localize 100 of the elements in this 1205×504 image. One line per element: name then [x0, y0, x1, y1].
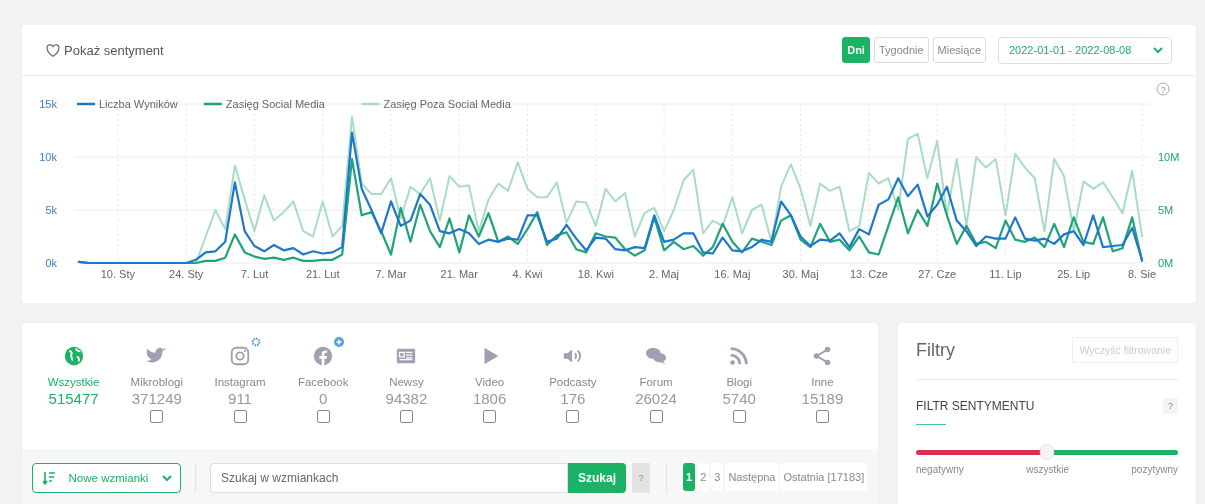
show-sentiment-toggle[interactable]: Pokaż sentyment — [46, 42, 164, 58]
checkbox[interactable] — [233, 410, 247, 423]
x-axis-label: 27. Cze — [918, 268, 957, 280]
x-axis-label: 30. Maj — [782, 268, 819, 280]
x-axis-label: 4. Kwi — [512, 268, 543, 280]
source-filter[interactable]: Newsy 94382 — [364, 337, 448, 449]
page-button[interactable]: Następna — [725, 463, 779, 491]
source-filter[interactable]: Wszystkie 515477 — [32, 337, 116, 449]
chevron-down-icon — [1153, 46, 1163, 54]
source-count: 1806 — [472, 390, 507, 407]
source-filter[interactable]: Mikroblogi 371249 — [115, 337, 199, 449]
source-count: 515477 — [48, 390, 99, 407]
help-button[interactable]: ? — [632, 463, 650, 493]
page-button[interactable]: 3 — [711, 463, 724, 491]
sort-icon — [43, 471, 55, 485]
help-icon[interactable]: ? — [1156, 82, 1170, 96]
date-range-dropdown[interactable]: 2022-01-01 - 2022-08-08 — [998, 36, 1172, 64]
source-label: Mikroblogi — [130, 376, 183, 388]
slider-label: pozytywny — [1131, 464, 1178, 475]
page-button[interactable]: Ostatnia [17183] — [780, 463, 868, 491]
source-filter[interactable]: Facebook 0 — [281, 337, 365, 449]
source-filter[interactable]: Forum 26024 — [614, 337, 698, 449]
source-count: 176 — [560, 390, 586, 407]
source-label: Podcasty — [549, 376, 597, 388]
source-label: Instagram — [214, 376, 266, 388]
source-filter[interactable]: Podcasty 176 — [531, 337, 615, 449]
source-count: 0 — [319, 390, 328, 407]
page-button[interactable]: 1 — [683, 463, 696, 491]
source-label: Newsy — [389, 376, 424, 388]
source-count: 911 — [228, 390, 252, 407]
legend-label: Liczba Wyników — [99, 98, 178, 110]
legend-label: Zasięg Poza Social Media — [383, 98, 512, 110]
interval-tab[interactable]: Miesiące — [932, 37, 986, 63]
x-axis-label: 21. Mar — [440, 268, 478, 280]
y-axis-label: 0M — [1158, 257, 1174, 269]
legend-label: Zasięg Social Media — [225, 98, 326, 110]
y-axis-label: 10k — [39, 151, 57, 163]
x-axis-label: 7. Lut — [240, 268, 269, 280]
search-button[interactable]: Szukaj — [568, 463, 626, 493]
checkbox[interactable] — [150, 410, 164, 423]
checkbox[interactable] — [316, 410, 330, 423]
interval-tab[interactable]: Dni — [842, 37, 870, 63]
y-axis-label: 0k — [45, 257, 57, 269]
search-field[interactable]: Szukaj w wzmiankach — [210, 463, 568, 493]
help-button[interactable]: ? — [1163, 398, 1178, 414]
y-axis-label: 10M — [1158, 151, 1180, 163]
source-label: Facebook — [297, 376, 349, 388]
checkbox[interactable] — [815, 410, 829, 423]
checkbox[interactable] — [483, 410, 497, 423]
rss-icon — [728, 345, 751, 367]
globe-icon — [62, 345, 85, 367]
checkbox[interactable] — [732, 410, 746, 423]
y-axis-label: 15k — [39, 98, 57, 110]
x-axis-label: 2. Maj — [649, 268, 680, 280]
checkbox[interactable] — [566, 410, 580, 423]
x-axis-label: 16. Maj — [714, 268, 751, 280]
gear-icon[interactable] — [250, 337, 261, 347]
x-axis-label: 8. Sie — [1127, 268, 1157, 280]
filters-title: Filtry — [916, 339, 955, 361]
x-axis-label: 13. Cze — [849, 268, 888, 280]
sentiment-slider[interactable] — [916, 445, 1178, 459]
source-label: Video — [475, 376, 505, 388]
sort-dropdown[interactable]: Nowe wzmianki — [32, 463, 181, 493]
source-filter[interactable]: Blogi 5740 — [697, 337, 781, 449]
source-filter[interactable]: Video 1806 — [448, 337, 532, 449]
x-axis-label: 18. Kwi — [577, 268, 614, 280]
slider-label: negatywny — [916, 464, 964, 475]
plus-icon[interactable] — [334, 337, 344, 347]
legend-item[interactable]: Zasięg Social Media — [203, 98, 325, 110]
checkbox[interactable] — [399, 410, 413, 423]
source-count: 5740 — [722, 390, 756, 407]
page-button[interactable]: 2 — [697, 463, 710, 491]
y-axis-label: 5M — [1158, 204, 1174, 216]
source-label: Wszystkie — [47, 376, 100, 388]
source-label: Inne — [811, 376, 834, 388]
x-axis-label: 21. Lut — [305, 268, 340, 280]
chat-bubbles-icon — [645, 345, 667, 367]
source-label: Blogi — [726, 376, 752, 388]
x-axis-label: 10. Sty — [100, 268, 135, 280]
source-filter[interactable]: Instagram 911 — [198, 337, 282, 449]
interval-tab[interactable]: Tygodnie — [873, 37, 929, 63]
section-title: FILTR SENTYMENTU — [916, 399, 1035, 413]
legend-item[interactable]: Liczba Wyników — [77, 98, 178, 110]
x-axis-label: 7. Mar — [375, 268, 407, 280]
slider-label: wszystkie — [1026, 464, 1069, 475]
heart-icon — [46, 43, 60, 57]
source-label: Forum — [639, 376, 673, 388]
source-count: 26024 — [635, 390, 677, 407]
slider-thumb[interactable] — [1040, 445, 1054, 459]
checkbox[interactable] — [649, 410, 663, 423]
x-axis-label: 25. Lip — [1057, 268, 1091, 280]
camera-icon — [229, 345, 251, 367]
chevron-down-icon — [162, 474, 172, 482]
source-count: 371249 — [131, 390, 182, 407]
facebook-icon — [312, 345, 335, 367]
x-axis-label: 24. Sty — [169, 268, 204, 280]
source-filter[interactable]: Inne 15189 — [780, 337, 865, 449]
legend-item[interactable]: Zasięg Poza Social Media — [361, 98, 511, 110]
y-axis-label: 5k — [45, 204, 57, 216]
source-count: 94382 — [385, 390, 428, 407]
